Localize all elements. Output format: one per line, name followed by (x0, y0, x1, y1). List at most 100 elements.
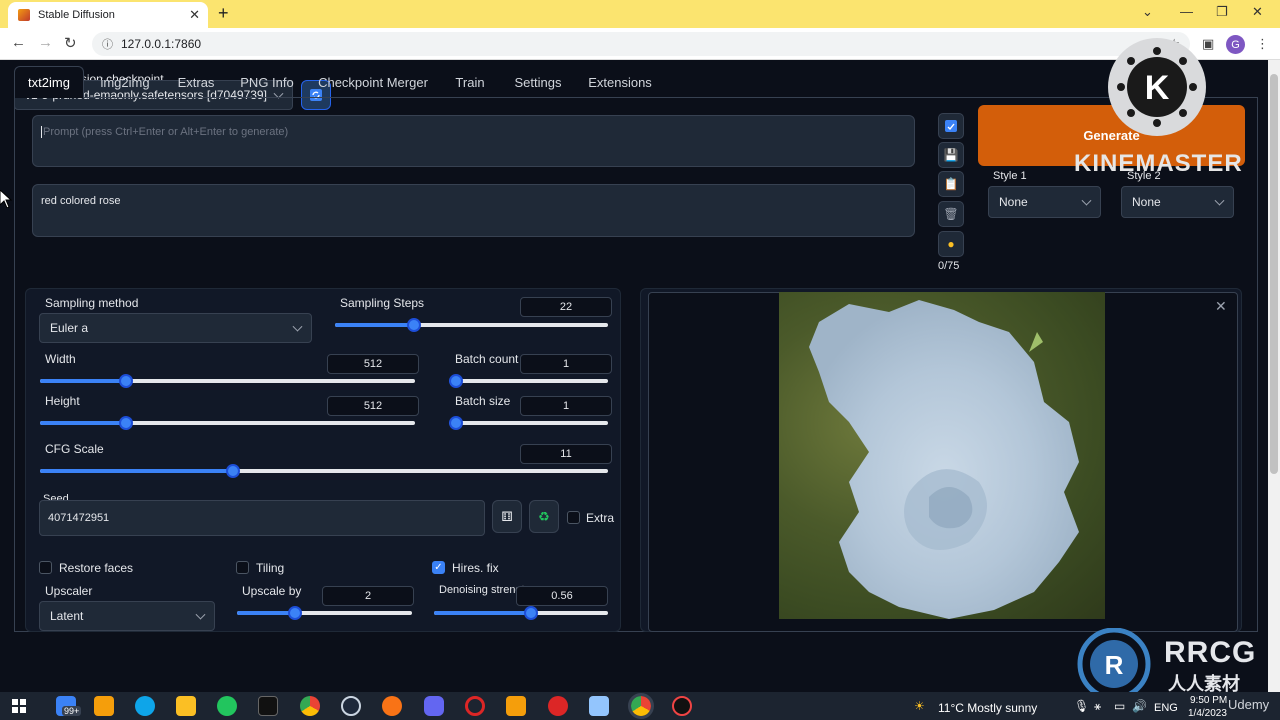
close-image-icon[interactable]: ✕ (1215, 298, 1227, 315)
chevron-down-icon (195, 609, 206, 620)
reuse-seed-button[interactable]: ♻ (529, 500, 559, 533)
clock-date[interactable]: 1/4/2023 (1188, 708, 1227, 719)
sampling-steps-input[interactable]: 22 (520, 297, 612, 317)
spotify-icon[interactable] (217, 696, 237, 716)
hires-fix-checkbox[interactable]: ✓ (432, 561, 445, 574)
generated-image[interactable] (779, 292, 1105, 619)
style2-select[interactable]: None (1121, 186, 1234, 218)
weather-text[interactable]: 11°C Mostly sunny (938, 701, 1037, 715)
cherry-icon[interactable] (548, 696, 568, 716)
steam-icon[interactable] (341, 696, 361, 716)
denoising-slider[interactable] (434, 606, 608, 620)
batch-count-input[interactable]: 1 (520, 354, 612, 374)
obs-icon[interactable] (672, 696, 692, 716)
upscale-by-input[interactable]: 2 (322, 586, 414, 606)
style2-value: None (1132, 195, 1161, 209)
clear-prompt-button[interactable]: 🗑 (938, 201, 964, 227)
maximize-button[interactable]: ❐ (1216, 4, 1228, 20)
random-seed-button[interactable]: ⚅ (492, 500, 522, 533)
chrome-icon[interactable] (300, 696, 320, 716)
restore-faces-label: Restore faces (59, 561, 134, 575)
battery-icon[interactable]: ▭ (1114, 699, 1125, 713)
height-slider[interactable] (40, 416, 415, 430)
tab-checkpoint-merger[interactable]: Checkpoint Merger (312, 66, 434, 98)
mic-icon[interactable]: 🎙 (1074, 699, 1089, 713)
upscaler-select[interactable]: Latent (39, 601, 215, 631)
tiling-checkbox[interactable] (236, 561, 249, 574)
minimize-button[interactable]: — (1180, 4, 1193, 19)
tab-img2img[interactable]: img2img (88, 66, 162, 98)
batch-count-slider[interactable] (449, 374, 608, 388)
batch-size-slider[interactable] (449, 416, 608, 430)
sampling-steps-slider[interactable] (335, 318, 608, 332)
discord-icon[interactable] (424, 696, 444, 716)
width-input[interactable]: 512 (327, 354, 419, 374)
batch-size-label: Batch size (455, 394, 511, 408)
extra-checkbox[interactable] (567, 511, 580, 524)
back-icon[interactable]: ← (11, 34, 26, 51)
seed-value: 4071472951 (48, 512, 110, 524)
terminal-icon[interactable] (258, 696, 278, 716)
forward-icon[interactable]: → (38, 34, 53, 51)
restore-faces-checkbox[interactable] (39, 561, 52, 574)
cfg-scale-label: CFG Scale (45, 442, 104, 456)
negative-prompt-input[interactable]: red colored rose (32, 184, 915, 237)
denoising-input[interactable]: 0.56 (516, 586, 608, 606)
sublime-icon[interactable] (94, 696, 114, 716)
firefox-icon[interactable] (382, 696, 402, 716)
close-window-button[interactable]: ✕ (1252, 4, 1263, 20)
tab-close-icon[interactable]: ✕ (189, 7, 200, 23)
edge-icon[interactable] (135, 696, 155, 716)
app-icon[interactable] (506, 696, 526, 716)
network-icon[interactable]: ⚹ (1094, 699, 1101, 714)
language-indicator[interactable]: ENG (1154, 702, 1178, 714)
volume-icon[interactable]: 🔊 (1132, 699, 1147, 713)
chevron-down-icon (1214, 195, 1225, 206)
udemy-watermark: Udemy (1228, 697, 1270, 712)
chevron-down-icon (1081, 195, 1092, 206)
style1-select[interactable]: None (988, 186, 1101, 218)
apply-style-button[interactable]: 📋 (938, 171, 964, 197)
save-style-button[interactable]: 💾 (938, 142, 964, 168)
site-info-icon[interactable]: ⓘ (102, 36, 113, 52)
batch-size-input[interactable]: 1 (520, 396, 612, 416)
tab-txt2img[interactable]: txt2img (14, 66, 84, 98)
tab-extensions[interactable]: Extensions (584, 66, 656, 98)
batch-count-label: Batch count (455, 352, 519, 366)
chrome-active-icon[interactable] (628, 693, 654, 719)
windows-start-icon[interactable] (12, 699, 26, 713)
paste-params-button[interactable] (938, 113, 964, 139)
file-explorer-icon[interactable] (176, 696, 196, 716)
sampling-method-select[interactable]: Euler a (39, 313, 312, 343)
sidebar-icon[interactable]: ▣ (1202, 36, 1214, 52)
windows-taskbar: 99+ ☀ 11°C Mostly sunny 🎙 ⚹ ▭ 🔊 ENG 9:50… (0, 692, 1280, 720)
extra-networks-button[interactable]: ● (938, 231, 964, 257)
new-tab-button[interactable]: + (218, 3, 229, 24)
prompt-input[interactable]: Prompt (press Ctrl+Enter or Alt+Enter to… (32, 115, 915, 167)
notes-icon[interactable] (589, 696, 609, 716)
upscale-by-slider[interactable] (237, 606, 412, 620)
cfg-scale-input[interactable]: 11 (520, 444, 612, 464)
height-input[interactable]: 512 (327, 396, 419, 416)
rose-painting (809, 300, 1079, 619)
palette-icon: ● (947, 237, 955, 251)
prompt-placeholder: Prompt (press Ctrl+Enter or Alt+Enter to… (41, 126, 289, 138)
menu-kebab-icon[interactable]: ⋮ (1256, 36, 1269, 52)
reload-icon[interactable]: ↻ (64, 34, 77, 52)
seed-input[interactable]: 4071472951 (39, 500, 485, 536)
width-slider[interactable] (40, 374, 415, 388)
tab-train[interactable]: Train (448, 66, 492, 98)
arrow-check-icon (945, 120, 957, 132)
cfg-scale-slider[interactable] (40, 464, 608, 478)
clock-time[interactable]: 9:50 PM (1190, 695, 1227, 706)
opera-icon[interactable] (465, 696, 485, 716)
tab-extras[interactable]: Extras (166, 66, 226, 98)
tab-settings[interactable]: Settings (508, 66, 568, 98)
page-scrollbar[interactable] (1268, 60, 1280, 692)
address-bar: ← → ↻ ⓘ 127.0.0.1:7860 ☆ (0, 28, 1280, 60)
tab-search-icon[interactable]: ⌄ (1142, 4, 1153, 20)
tab-png-info[interactable]: PNG Info (232, 66, 302, 98)
browser-tab[interactable]: Stable Diffusion ✕ (8, 2, 208, 28)
profile-avatar[interactable]: G (1226, 35, 1245, 54)
url-field[interactable]: ⓘ 127.0.0.1:7860 ☆ (92, 32, 1190, 56)
